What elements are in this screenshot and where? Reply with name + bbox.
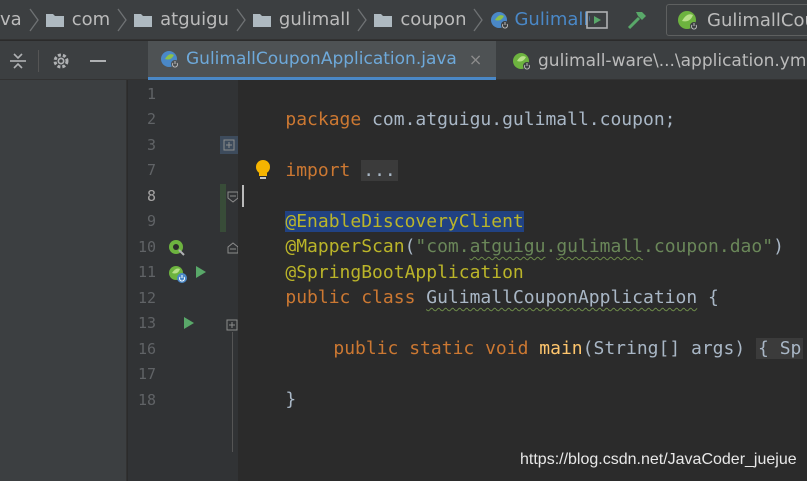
breadcrumb-label: gulimall <box>278 9 351 30</box>
build-hammer-icon[interactable] <box>625 8 649 32</box>
code-line-10: @SpringBootApplication <box>242 235 523 283</box>
gear-icon[interactable] <box>51 51 71 71</box>
line-number: 2 <box>146 110 156 128</box>
code-editor[interactable]: package com.atguigu.gulimall.coupon; imp… <box>238 80 807 481</box>
editor-tab-bar: GulimallCouponApplication.java × gulimal… <box>0 41 807 80</box>
toolbar-divider <box>38 49 39 72</box>
method-name: main <box>539 338 583 359</box>
keyword: public class <box>285 287 416 308</box>
string-part: . <box>545 236 557 257</box>
folder-icon <box>252 12 271 27</box>
run-console-icon[interactable] <box>585 8 609 32</box>
string-part: gulimall <box>556 236 644 257</box>
line-number: 12 <box>137 289 156 307</box>
tab-label: GulimallCouponApplication.java <box>186 49 457 69</box>
spring-boot-icon <box>677 9 699 31</box>
breadcrumb-separator-icon <box>117 8 127 31</box>
text-caret <box>242 185 244 207</box>
line-number: 9 <box>146 212 156 230</box>
class-name: GulimallCouponApplication <box>426 287 698 308</box>
lightbulb-icon[interactable] <box>254 159 272 185</box>
fold-line <box>232 332 233 452</box>
breadcrumb-item[interactable]: com <box>45 0 111 39</box>
breadcrumb-item[interactable]: atguigu <box>134 0 229 39</box>
fold-expand-icon[interactable] <box>220 136 238 154</box>
line-number: 11 <box>137 263 156 281</box>
breadcrumb-label: GulimallC <box>514 9 590 30</box>
string-part: .coupon.dao" <box>643 236 774 257</box>
method-params: (String[] args) <box>582 338 757 359</box>
run-main-icon[interactable] <box>182 315 196 335</box>
line-number: 8 <box>146 187 156 205</box>
code-line-9: @MapperScan("com.atguigu.gulimall.coupon… <box>242 209 784 257</box>
project-panel-toolbar <box>0 41 127 80</box>
code-line-1: package com.atguigu.gulimall.coupon; <box>242 82 675 130</box>
breadcrumb-label: com <box>71 9 111 30</box>
spring-boot-app-icon[interactable] <box>168 264 188 288</box>
paren: ) <box>773 236 784 257</box>
code-line-11: public class GulimallCouponApplication { <box>242 260 719 308</box>
minimize-icon[interactable] <box>89 52 107 70</box>
breadcrumb-item[interactable]: coupon <box>374 0 467 39</box>
tab-label: gulimall-ware\...\application.ym <box>538 50 807 71</box>
watermark-text: https://blog.csdn.net/JavaCoder_juejue <box>520 451 797 468</box>
fold-expand-icon[interactable] <box>225 317 239 331</box>
editor-gutter[interactable]: 1 2 3 7 8 9 10 11 12 13 16 17 18 <box>128 80 239 481</box>
breadcrumb-label: coupon <box>400 9 467 30</box>
run-configuration-label: GulimallCou <box>707 9 807 31</box>
folder-icon <box>134 12 153 27</box>
folder-icon <box>45 12 64 27</box>
collapse-all-icon[interactable] <box>8 51 28 71</box>
folded-method-body[interactable]: { Sp <box>756 338 804 359</box>
breadcrumb-item[interactable]: gulimall <box>252 0 351 39</box>
line-number: 17 <box>137 365 156 383</box>
spring-bean-icon[interactable] <box>168 239 186 261</box>
tab-application-yml[interactable]: gulimall-ware\...\application.ym <box>500 41 807 80</box>
breadcrumb-label: va <box>0 9 22 30</box>
close-tab-icon[interactable]: × <box>469 50 482 69</box>
breadcrumb-item[interactable]: GulimallC <box>490 0 590 39</box>
tab-gulimall-coupon-application[interactable]: GulimallCouponApplication.java × <box>148 41 496 80</box>
line-number: 13 <box>137 314 156 332</box>
line-number: 7 <box>146 161 156 179</box>
breadcrumb-separator-icon <box>357 8 368 31</box>
run-class-icon[interactable] <box>194 264 208 284</box>
spring-boot-class-icon <box>490 10 510 30</box>
folded-imports[interactable]: ... <box>361 160 398 181</box>
code-line-13: public static void main(String[] args) {… <box>290 311 804 359</box>
package-name: com.atguigu.gulimall.coupon; <box>361 109 676 130</box>
breadcrumb-separator-icon <box>236 8 246 31</box>
breadcrumb-item[interactable]: va <box>0 0 22 39</box>
breadcrumb-separator-icon <box>29 8 39 31</box>
spring-boot-yml-icon <box>512 51 532 71</box>
code-line-8: @EnableDiscoveryClient <box>242 184 524 232</box>
keyword: package <box>285 109 362 130</box>
breadcrumb-separator-icon <box>473 8 484 31</box>
line-number: 18 <box>137 391 156 409</box>
line-number: 16 <box>137 340 156 358</box>
line-number: 1 <box>146 85 156 103</box>
project-tool-window[interactable] <box>0 80 127 481</box>
code-line-17: } <box>242 362 296 410</box>
closing-brace: } <box>285 389 297 410</box>
line-number: 10 <box>137 238 156 256</box>
run-configuration-selector[interactable]: GulimallCou <box>666 4 807 36</box>
brace: { <box>697 287 719 308</box>
folder-icon <box>374 12 393 27</box>
spring-boot-class-icon <box>160 49 180 69</box>
breadcrumb-label: atguigu <box>160 9 229 30</box>
keyword: import <box>285 160 351 181</box>
keyword: public static void <box>333 338 529 359</box>
code-line-3: import ... <box>242 133 398 181</box>
line-number: 3 <box>146 136 156 154</box>
